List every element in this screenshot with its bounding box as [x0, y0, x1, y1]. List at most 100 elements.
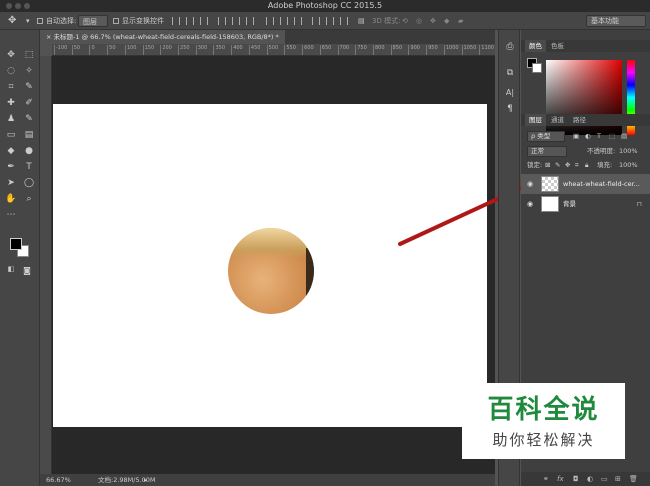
opacity-label: 不透明度: [587, 147, 616, 155]
lock-artboard-icon[interactable]: ⌗ [575, 160, 579, 171]
fill-value[interactable]: 100% [619, 160, 638, 171]
lock-image-icon[interactable]: ✎ [555, 160, 560, 171]
history-panel-icon[interactable]: ⎙ [503, 40, 517, 54]
visibility-eye-icon[interactable]: ◉ [527, 180, 535, 188]
new-group-icon[interactable]: ▭ [601, 472, 608, 486]
type-tool-icon[interactable]: T [22, 160, 36, 174]
distribute-right-icon[interactable] [340, 17, 348, 25]
add-mask-icon[interactable]: ◘ [573, 472, 579, 486]
lock-position-icon[interactable]: ✥ [565, 160, 570, 171]
blend-mode-dropdown[interactable]: 正常 [527, 146, 567, 157]
quick-mask-icon[interactable]: ◙ [20, 264, 34, 278]
layer-row[interactable]: ◉ 背景 ⊓ [521, 194, 650, 214]
more-tools-icon[interactable]: ⋯ [4, 208, 18, 222]
filter-adjustment-icon[interactable]: ◐ [585, 131, 591, 142]
slide-3d-icon[interactable]: ◆ [444, 15, 449, 27]
pen-tool-icon[interactable]: ✒ [4, 160, 18, 174]
healing-brush-tool-icon[interactable]: ✚ [4, 96, 18, 110]
move-tool-icon[interactable]: ✥ [4, 48, 18, 62]
align-vcenter-icon[interactable] [186, 17, 194, 25]
eraser-tool-icon[interactable]: ▭ [4, 128, 18, 142]
rotate-3d-icon[interactable]: ⟲ [402, 15, 408, 27]
tab-color[interactable]: 颜色 [525, 40, 546, 52]
lock-all-icon[interactable]: 🔒︎ [585, 160, 588, 171]
align-top-icon[interactable] [172, 17, 180, 25]
auto-align-icon[interactable]: ▤ [358, 15, 365, 27]
distribute-left-icon[interactable] [312, 17, 320, 25]
minimize-window-button[interactable] [15, 3, 21, 9]
align-right-icon[interactable] [246, 17, 254, 25]
align-bottom-icon[interactable] [200, 17, 208, 25]
move-tool-icon[interactable]: ✥ [8, 15, 16, 27]
color-panel-tabs: 颜色 色板 [521, 40, 650, 52]
lasso-tool-icon[interactable]: ◌ [4, 64, 18, 78]
ruler-tick-label: 900 [408, 45, 420, 55]
distribute-vcenter-icon[interactable] [280, 17, 288, 25]
tab-channels[interactable]: 通道 [547, 114, 568, 126]
properties-panel-icon[interactable]: ⧉ [503, 66, 517, 80]
auto-select-dropdown[interactable]: 图层 [78, 15, 108, 27]
zoom-window-button[interactable] [24, 3, 30, 9]
filter-smart-object-icon[interactable]: ▤ [621, 131, 627, 142]
eyedropper-tool-icon[interactable]: ✎ [22, 80, 36, 94]
brush-tool-icon[interactable]: ✐ [22, 96, 36, 110]
filter-type-icon[interactable]: T [597, 131, 601, 142]
link-layers-icon[interactable]: ⚭ [543, 472, 549, 486]
layers-panel-tabs: 图层 通道 路径 [521, 114, 650, 126]
hand-tool-icon[interactable]: ✋ [4, 192, 18, 206]
adjustment-layer-icon[interactable]: ◐ [587, 472, 593, 486]
foreground-color-swatch[interactable] [10, 238, 22, 250]
ruler-tick-label: 750 [355, 45, 367, 55]
magic-wand-tool-icon[interactable]: ✧ [22, 64, 36, 78]
align-hcenter-icon[interactable] [232, 17, 240, 25]
layer-row[interactable]: ◉ wheat-wheat-field-cer... [521, 174, 650, 194]
clone-stamp-tool-icon[interactable]: ♟ [4, 112, 18, 126]
zoom-level[interactable]: 66.67% [46, 474, 71, 486]
filter-shape-icon[interactable]: ⬚ [609, 131, 615, 142]
filter-pixel-icon[interactable]: ▣ [573, 131, 579, 142]
window-title-bar: Adobe Photoshop CC 2015.5 [0, 0, 650, 12]
wheat-circle-image [228, 228, 314, 314]
document-tab[interactable]: × 未标题-1 @ 66.7% (wheat-wheat-field-cerea… [40, 30, 285, 44]
distribute-bottom-icon[interactable] [294, 17, 302, 25]
marquee-tool-icon[interactable]: ⬚ [22, 48, 36, 62]
tab-swatches[interactable]: 色板 [547, 40, 568, 52]
default-colors-icon[interactable]: ◧ [4, 262, 18, 276]
crop-tool-icon[interactable]: ⌗ [4, 80, 18, 94]
roll-3d-icon[interactable]: ◎ [416, 15, 422, 27]
drag-3d-icon[interactable]: ✥ [430, 15, 436, 27]
close-window-button[interactable] [6, 3, 12, 9]
blur-tool-icon[interactable]: ◆ [4, 144, 18, 158]
visibility-eye-icon[interactable]: ◉ [527, 200, 535, 208]
gradient-tool-icon[interactable]: ▤ [22, 128, 36, 142]
color-panel-background-swatch[interactable] [532, 63, 542, 73]
character-panel-icon[interactable]: A| [503, 86, 517, 100]
ruler-tick-label: 650 [319, 45, 331, 55]
delete-layer-icon[interactable]: 🗑︎ [629, 472, 638, 486]
distribute-top-icon[interactable] [266, 17, 274, 25]
opacity-value[interactable]: 100% [619, 146, 638, 157]
close-tab-icon[interactable]: × [46, 33, 54, 41]
paragraph-panel-icon[interactable]: ¶ [503, 102, 517, 116]
auto-select-checkbox[interactable] [37, 18, 43, 24]
scale-3d-icon[interactable]: ▰ [458, 15, 463, 27]
distribute-hcenter-icon[interactable] [326, 17, 334, 25]
ruler-tick-label: 400 [231, 45, 243, 55]
fx-icon[interactable]: fx [557, 472, 564, 486]
tab-layers[interactable]: 图层 [525, 114, 546, 126]
zoom-tool-icon[interactable]: ⌕ [22, 192, 36, 206]
tab-paths[interactable]: 路径 [569, 114, 590, 126]
layer-filter-dropdown[interactable]: ρ 类型 [527, 131, 565, 142]
status-arrow-icon[interactable]: ▸ [144, 474, 147, 486]
dodge-tool-icon[interactable]: ● [22, 144, 36, 158]
lock-transparent-icon[interactable]: ⊠ [545, 160, 550, 171]
path-selection-tool-icon[interactable]: ➤ [4, 176, 18, 190]
new-layer-icon[interactable]: ⊞ [615, 472, 621, 486]
document-tab-bar: × 未标题-1 @ 66.7% (wheat-wheat-field-cerea… [40, 30, 495, 44]
workspace-dropdown[interactable]: 基本功能 [586, 15, 646, 27]
align-left-icon[interactable] [218, 17, 226, 25]
history-brush-tool-icon[interactable]: ✎ [22, 112, 36, 126]
show-transform-checkbox[interactable] [113, 18, 119, 24]
tool-preset-chevron-icon[interactable]: ▾ [26, 15, 30, 27]
ellipse-tool-icon[interactable]: ◯ [22, 176, 36, 190]
